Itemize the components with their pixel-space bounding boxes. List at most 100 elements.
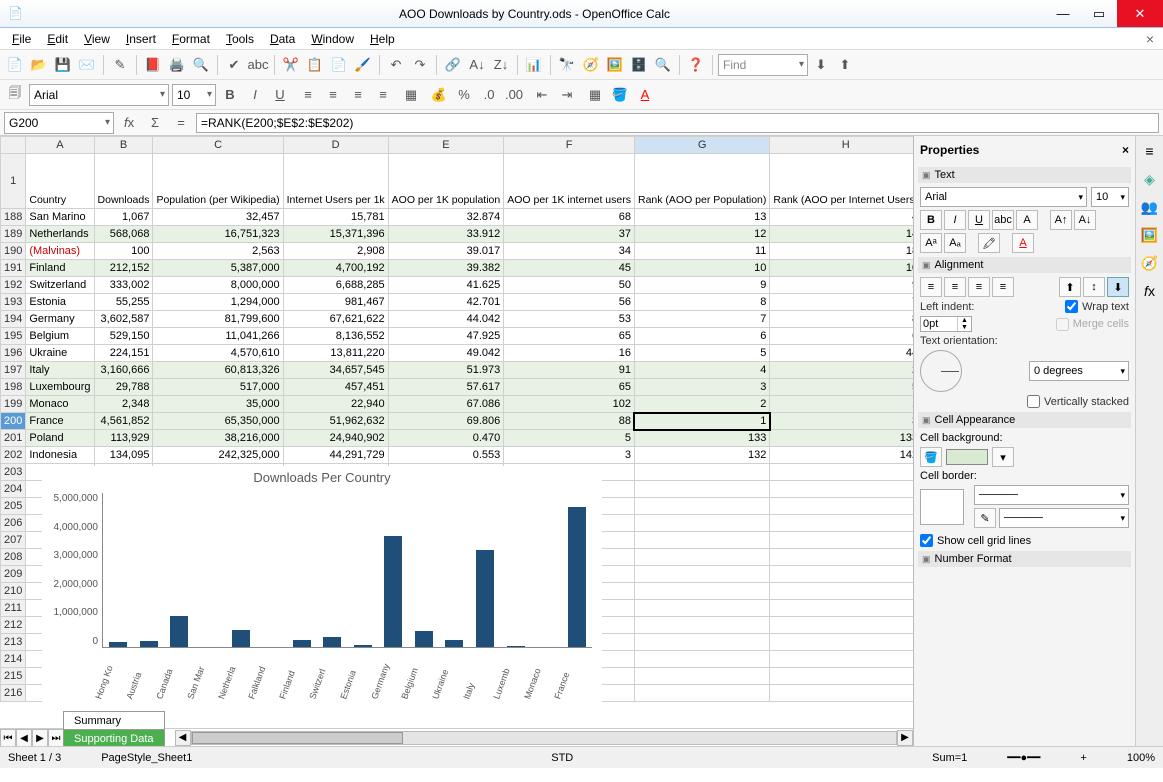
cell[interactable]: 53 — [504, 311, 635, 328]
column-header[interactable]: B — [94, 137, 153, 154]
deck-gallery-icon[interactable]: 🖼️ — [1139, 224, 1161, 246]
cell[interactable]: 42.701 — [388, 294, 504, 311]
cell[interactable]: 24,940,902 — [283, 430, 388, 447]
underline-icon[interactable]: U — [269, 84, 291, 106]
italic-icon[interactable]: I — [244, 84, 266, 106]
orientation-dial[interactable] — [920, 350, 962, 392]
header-cell[interactable]: Population (per Wikipedia) — [153, 154, 283, 209]
cell[interactable]: 517,000 — [153, 379, 283, 396]
ha-left-icon[interactable]: ≡ — [920, 277, 942, 297]
find-combo[interactable]: Find — [718, 54, 808, 76]
cell[interactable]: 67.086 — [388, 396, 504, 413]
cell[interactable]: Italy — [26, 362, 94, 379]
row-header[interactable]: 215 — [1, 668, 26, 685]
sb-underline-icon[interactable]: U — [968, 210, 990, 230]
cell[interactable]: 34 — [504, 243, 635, 260]
cell[interactable]: 981,467 — [283, 294, 388, 311]
align-left-icon[interactable]: ≡ — [297, 84, 319, 106]
styles-icon[interactable]: 🗐 — [4, 84, 26, 106]
cell[interactable] — [634, 549, 769, 566]
cell[interactable]: 41.625 — [388, 277, 504, 294]
cell[interactable]: 1 — [634, 413, 769, 430]
cell[interactable]: 32,457 — [153, 209, 283, 226]
cell[interactable]: 134,095 — [94, 447, 153, 464]
bgcolor-icon[interactable]: 🪣 — [609, 84, 631, 106]
tab-next-icon[interactable]: ▶ — [32, 729, 48, 746]
cell[interactable]: 5 — [770, 379, 913, 396]
menu-view[interactable]: View — [76, 30, 118, 48]
cell[interactable]: Ukraine — [26, 345, 94, 362]
cell-reference-combo[interactable]: G200 — [4, 112, 114, 134]
sb-bold-icon[interactable]: B — [920, 210, 942, 230]
cell[interactable] — [770, 515, 913, 532]
header-cell[interactable]: Country — [26, 154, 94, 209]
preview-icon[interactable]: 🔍 — [190, 54, 212, 76]
menu-help[interactable]: Help — [362, 30, 403, 48]
decimal-remove-icon[interactable]: .00 — [503, 84, 525, 106]
doc-close-button[interactable]: × — [1141, 31, 1159, 47]
percent-icon[interactable]: % — [453, 84, 475, 106]
cell[interactable]: 57.617 — [388, 379, 504, 396]
cell[interactable]: 2,563 — [153, 243, 283, 260]
merge-icon[interactable]: ▦ — [400, 84, 422, 106]
copy-icon[interactable]: 📋 — [304, 54, 326, 76]
fx-icon[interactable]: fx — [118, 112, 140, 134]
vstack-checkbox[interactable]: Vertically stacked — [1027, 395, 1129, 408]
cell[interactable]: 4,570,610 — [153, 345, 283, 362]
spellcheck-icon[interactable]: ✔ — [223, 54, 245, 76]
equals-icon[interactable]: = — [170, 112, 192, 134]
cell[interactable]: 68 — [504, 209, 635, 226]
indent-inc-icon[interactable]: ⇥ — [556, 84, 578, 106]
cell[interactable]: 2 — [634, 396, 769, 413]
border-color-combo[interactable]: ───── — [999, 508, 1129, 528]
column-header[interactable]: C — [153, 137, 283, 154]
hscroll-thumb[interactable] — [192, 732, 403, 744]
chart-icon[interactable]: 📊 — [523, 54, 545, 76]
row-header[interactable]: 202 — [1, 447, 26, 464]
cell[interactable]: Indonesia — [26, 447, 94, 464]
cell[interactable]: 33.912 — [388, 226, 504, 243]
ha-center-icon[interactable]: ≡ — [944, 277, 966, 297]
close-button[interactable]: ✕ — [1117, 0, 1163, 27]
row-header[interactable]: 198 — [1, 379, 26, 396]
deck-cube-icon[interactable]: ◈ — [1139, 168, 1161, 190]
row-header[interactable]: 201 — [1, 430, 26, 447]
ha-right-icon[interactable]: ≡ — [968, 277, 990, 297]
menu-format[interactable]: Format — [164, 30, 218, 48]
column-header[interactable]: H — [770, 137, 913, 154]
cell[interactable]: 4 — [770, 209, 913, 226]
email-icon[interactable]: ✉️ — [76, 54, 98, 76]
cell[interactable]: 15,371,396 — [283, 226, 388, 243]
cell[interactable] — [770, 685, 913, 702]
row-header[interactable]: 189 — [1, 226, 26, 243]
wrap-checkbox[interactable]: Wrap text — [1065, 300, 1129, 313]
row-header[interactable]: 203 — [1, 464, 26, 481]
cell[interactable] — [770, 600, 913, 617]
new-icon[interactable]: 📄 — [4, 54, 26, 76]
cell[interactable] — [634, 515, 769, 532]
cell[interactable] — [770, 464, 913, 481]
cell[interactable]: 55,255 — [94, 294, 153, 311]
tab-prev-icon[interactable]: ◀ — [16, 729, 32, 746]
cell[interactable]: 56 — [504, 294, 635, 311]
row-header[interactable]: 193 — [1, 294, 26, 311]
cell[interactable]: 5 — [634, 345, 769, 362]
cell[interactable]: 7 — [634, 311, 769, 328]
autospell-icon[interactable]: abc — [247, 54, 269, 76]
cell[interactable] — [770, 634, 913, 651]
cell[interactable]: 1 — [770, 396, 913, 413]
cell[interactable]: 1,067 — [94, 209, 153, 226]
cell[interactable]: 212,152 — [94, 260, 153, 277]
cell[interactable] — [770, 481, 913, 498]
sb-super-icon[interactable]: Aᵃ — [920, 233, 942, 253]
find-next-icon[interactable]: ⬇ — [810, 54, 832, 76]
cell[interactable] — [770, 668, 913, 685]
border-style-combo[interactable]: ───── — [974, 485, 1129, 505]
cell[interactable]: Switzerland — [26, 277, 94, 294]
header-cell[interactable]: Rank (AOO per Population) — [634, 154, 769, 209]
cell[interactable]: 11,041,266 — [153, 328, 283, 345]
menu-file[interactable]: File — [4, 30, 39, 48]
row-header[interactable]: 188 — [1, 209, 26, 226]
sort-desc-icon[interactable]: Z↓ — [490, 54, 512, 76]
undo-icon[interactable]: ↶ — [385, 54, 407, 76]
